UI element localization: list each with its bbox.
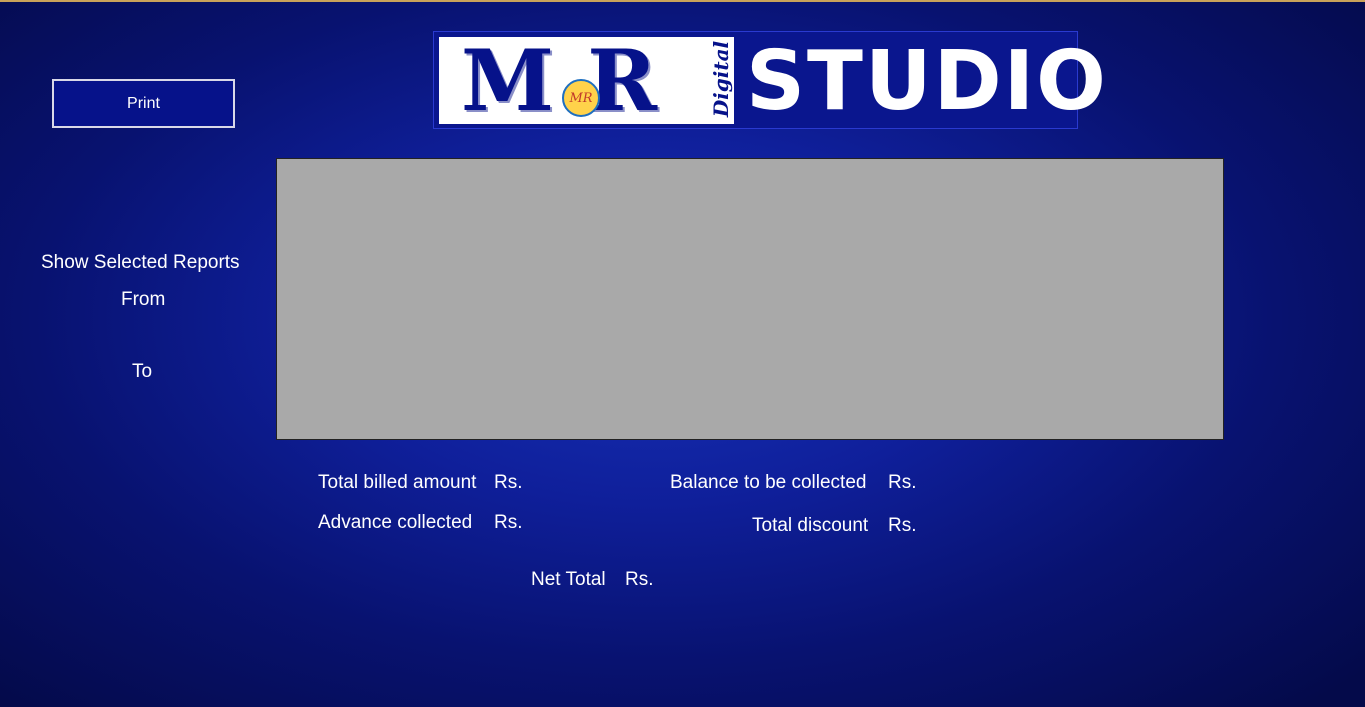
total-discount-label: Total discount (752, 515, 869, 536)
advance-collected-label: Advance collected (318, 512, 473, 533)
report-grid[interactable] (276, 158, 1224, 440)
from-label: From (121, 289, 166, 310)
total-discount-currency: Rs. (888, 515, 917, 536)
net-total-currency: Rs. (625, 569, 654, 590)
logo-mr-panel: M R MR Digital (439, 37, 734, 124)
logo-mr-text: M R (461, 31, 660, 130)
total-billed-currency: Rs. (494, 472, 523, 493)
show-selected-reports-label: Show Selected Reports (41, 252, 240, 273)
balance-currency: Rs. (888, 472, 917, 493)
balance-label: Balance to be collected (670, 472, 867, 493)
print-button[interactable]: Print (52, 79, 235, 128)
logo-badge-icon: MR (562, 79, 600, 117)
net-total-label: Net Total (531, 569, 606, 590)
top-accent-line (0, 0, 1365, 2)
studio-logo: M R MR Digital STUDIO (433, 31, 1106, 129)
logo-studio-text: STUDIO (746, 33, 1108, 129)
to-label: To (132, 361, 153, 382)
total-billed-label: Total billed amount (318, 472, 477, 493)
advance-collected-currency: Rs. (494, 512, 523, 533)
logo-digital-text: Digital (709, 40, 734, 118)
